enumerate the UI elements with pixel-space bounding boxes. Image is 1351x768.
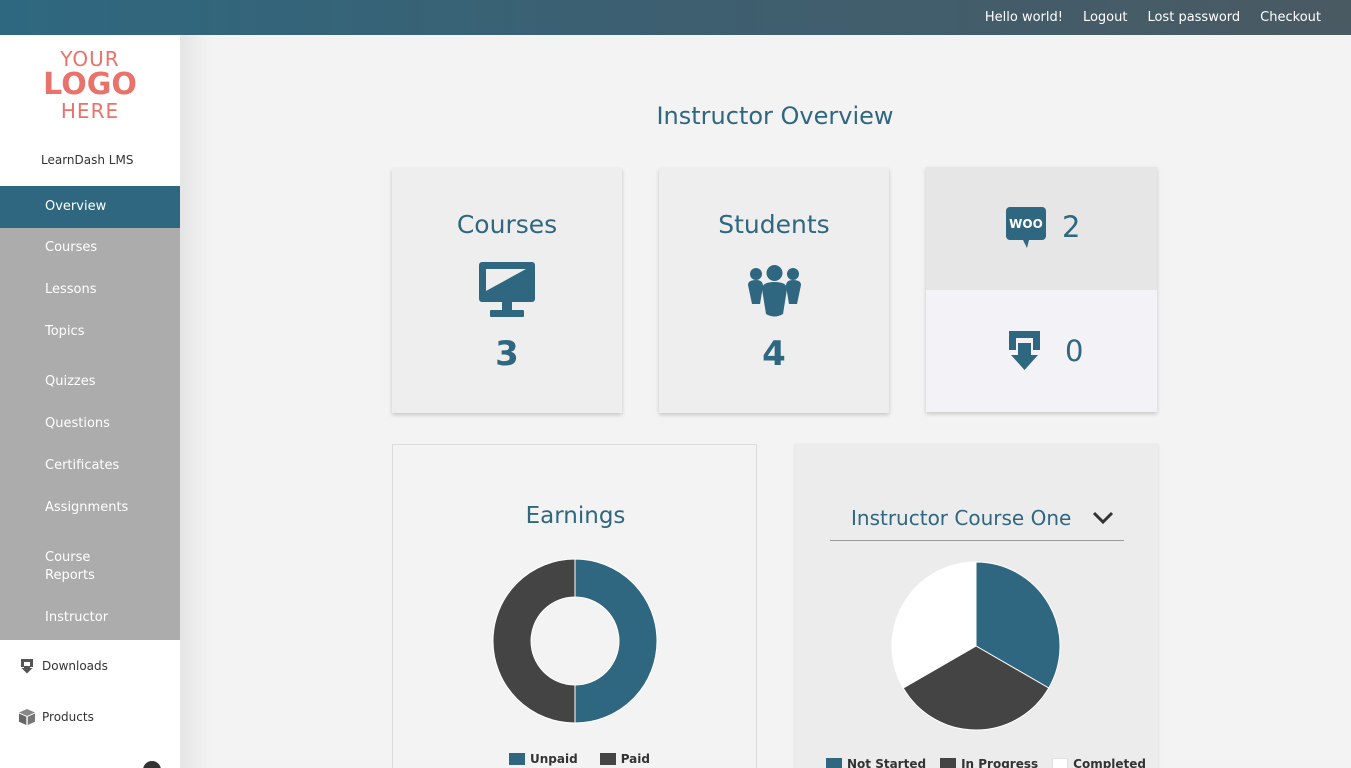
users-icon [748,265,801,317]
woo-orders-section[interactable]: WOO 2 [926,167,1157,290]
woo-badge-text: WOO [1009,217,1043,231]
logo[interactable]: YOUR LOGO HERE [0,49,180,121]
course-progress-legend: Not Started In Progress Completed [826,757,1168,768]
courses-count: 3 [495,334,519,374]
sidebar-item-course-reports[interactable]: Course Reports [0,549,180,585]
legend-label-not-started: Not Started [847,757,927,768]
sidebar-item-label: Course Reports [45,550,95,583]
earnings-title: Earnings [525,503,626,529]
sidebar-item-label: Lessons [45,282,97,297]
legend-label-paid: Paid [620,752,650,766]
legend-label-completed: Completed [1073,757,1147,768]
top-bar: Hello world! Logout Lost password Checko… [0,0,1351,35]
sidebar-item-label: Courses [45,240,98,255]
sidebar-item-label: Assignments [45,500,129,515]
sidebar-item-label: Downloads [42,659,108,673]
sidebar-item-label: Instructor [45,610,109,625]
logo-line-2: LOGO [43,67,137,102]
courses-card[interactable]: Courses 3 [392,168,622,413]
hello-user-link[interactable]: Hello world! [985,10,1063,25]
sidebar-item-label: Certificates [45,458,120,473]
students-card[interactable]: Students 4 [659,168,889,413]
sidebar-item-label: Overview [45,199,107,214]
sidebar-item-downloads[interactable]: Downloads [18,657,108,675]
downloads-count: 0 [1065,334,1084,368]
sidebar-menu: Overview Courses Lessons Topics Quizzes … [0,186,180,640]
page-title: Instructor Overview [656,102,894,130]
sidebar-item-questions[interactable]: Questions [0,415,180,433]
course-select[interactable]: Instructor Course One [830,500,1124,541]
sidebar-shadow [180,35,210,768]
lost-password-link[interactable]: Lost password [1147,10,1240,25]
checkout-link[interactable]: Checkout [1260,10,1321,25]
monitor-icon [479,262,535,317]
logo-line-1: YOUR [60,47,120,71]
legend-swatch-completed [1052,758,1069,768]
logout-link[interactable]: Logout [1083,10,1128,25]
courses-card-title: Courses [456,210,558,239]
sidebar-item-certificates[interactable]: Certificates [0,457,180,475]
orders-downloads-card[interactable]: WOO 2 0 [926,167,1157,412]
legend-swatch-not-started [826,758,842,768]
sidebar-item-quizzes[interactable]: Quizzes [0,373,180,391]
box-icon [19,709,35,725]
pie-slice-unpaid[interactable] [574,558,658,724]
sidebar-item-overview[interactable]: Overview [0,186,180,228]
course-progress-pie-chart[interactable] [890,560,1062,732]
earnings-donut-chart[interactable] [491,557,659,725]
earnings-legend: Unpaid Paid [509,752,672,766]
sidebar-item-courses[interactable]: Courses [0,239,180,257]
sidebar-item-label: Products [42,710,94,724]
sidebar-item-label: Quizzes [45,374,96,389]
legend-swatch-paid [599,753,616,765]
legend-label-in-progress: In Progress [961,757,1039,768]
site-name: LearnDash LMS [41,153,134,167]
sidebar-item-label: Questions [45,416,110,431]
legend-swatch-unpaid [509,753,525,765]
earnings-panel: Earnings Unpaid Paid [392,444,757,768]
download-icon [1009,331,1040,370]
woocommerce-icon: WOO [1006,207,1046,248]
sidebar-item-products[interactable]: Products [18,708,94,726]
legend-label-unpaid: Unpaid [530,752,578,766]
course-select-value: Instructor Course One [851,506,1072,530]
sidebar-item-lessons[interactable]: Lessons [0,281,180,299]
downloads-section[interactable]: 0 [926,290,1157,412]
woo-orders-count: 2 [1062,210,1081,244]
sidebar-item-instructor[interactable]: Instructor [0,609,180,627]
legend-swatch-in-progress [940,758,957,768]
top-links: Hello world! Logout Lost password Checko… [985,0,1321,35]
sidebar: YOUR LOGO HERE LearnDash LMS Overview Co… [0,35,180,768]
logo-line-3: HERE [60,99,120,123]
students-card-title: Students [718,210,830,239]
students-count: 4 [762,334,786,374]
sidebar-item-assignments[interactable]: Assignments [0,499,180,517]
pie-slice-paid[interactable] [492,558,576,724]
sidebar-item-label: Topics [45,324,85,339]
chevron-down-icon [1092,511,1114,525]
download-icon [21,659,33,674]
sidebar-item-topics[interactable]: Topics [0,323,180,341]
